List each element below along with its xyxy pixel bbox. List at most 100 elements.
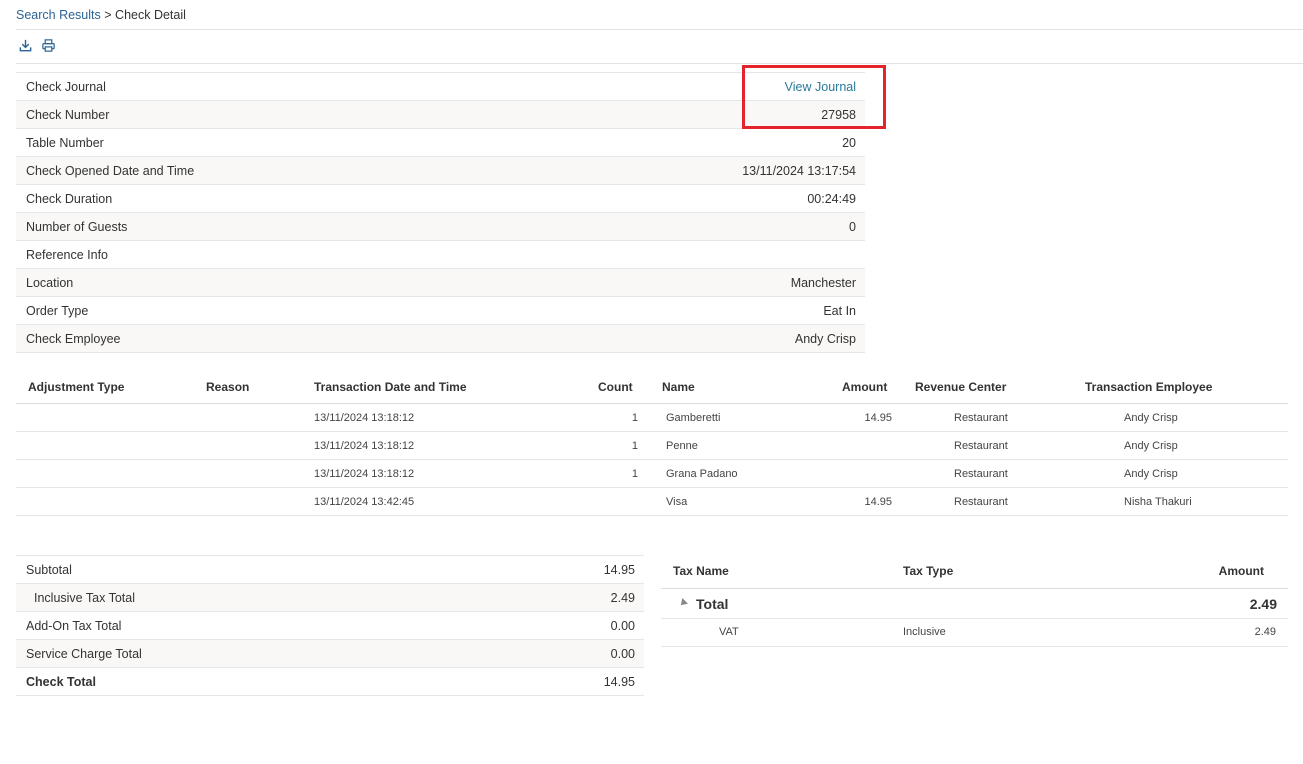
column-header: Transaction Employee — [1085, 380, 1213, 394]
detail-label: Location — [26, 275, 74, 290]
tax-table: Tax Name Tax Type Amount Total 2.49 VAT … — [661, 556, 1288, 647]
table-row: 13/11/2024 13:18:12 1 Gamberetti 14.95 R… — [16, 404, 1288, 432]
column-header: Revenue Center — [915, 380, 1007, 394]
cell-revenue-center: Restaurant — [954, 468, 1008, 480]
totals-label: Add-On Tax Total — [26, 618, 122, 633]
column-header: Count — [598, 380, 633, 394]
cell-count: 1 — [631, 412, 638, 424]
detail-label: Check Number — [26, 107, 110, 122]
cell-name: Visa — [666, 496, 688, 508]
breadcrumb-search-results-link[interactable]: Search Results — [16, 8, 101, 22]
collapse-caret-icon[interactable] — [678, 598, 688, 608]
detail-label: Check Duration — [26, 191, 113, 206]
cell-tax-name: VAT — [719, 626, 739, 638]
detail-row-check-journal: Check Journal View Journal — [16, 73, 865, 101]
detail-label: Number of Guests — [26, 219, 128, 234]
detail-label: Check Employee — [26, 331, 121, 346]
totals-label: Service Charge Total — [26, 646, 142, 661]
totals-table: Subtotal 14.95 Inclusive Tax Total 2.49 … — [16, 555, 644, 696]
cell-revenue-center: Restaurant — [954, 412, 1008, 424]
cell-employee: Nisha Thakuri — [1124, 496, 1192, 508]
totals-label: Subtotal — [26, 562, 72, 577]
table-row: 13/11/2024 13:18:12 1 Penne Restaurant A… — [16, 432, 1288, 460]
detail-label: Check Journal — [26, 79, 106, 94]
transactions-table: Adjustment Type Reason Transaction Date … — [16, 372, 1288, 516]
column-header: Adjustment Type — [28, 380, 125, 394]
detail-row-reference: Reference Info — [16, 241, 865, 269]
tax-group-label: Total — [696, 596, 729, 612]
totals-row-addon-tax: Add-On Tax Total 0.00 — [16, 612, 644, 640]
column-header: Transaction Date and Time — [314, 380, 467, 394]
totals-label: Inclusive Tax Total — [34, 590, 135, 605]
column-header: Tax Type — [903, 564, 954, 578]
cell-amount: 14.95 — [864, 496, 892, 508]
table-header: Adjustment Type Reason Transaction Date … — [16, 372, 1288, 404]
service-charge-value: 0.00 — [610, 646, 635, 661]
tax-group-amount: 2.49 — [1249, 596, 1277, 612]
table-row: 13/11/2024 13:18:12 1 Grana Padano Resta… — [16, 460, 1288, 488]
detail-label: Table Number — [26, 135, 104, 150]
table-row: VAT Inclusive 2.49 — [661, 619, 1288, 647]
breadcrumb-current: Check Detail — [115, 8, 186, 22]
detail-label: Check Opened Date and Time — [26, 163, 195, 178]
cell-employee: Andy Crisp — [1124, 440, 1178, 452]
cell-amount: 14.95 — [864, 412, 892, 424]
cell-tax-amount: 2.49 — [1254, 626, 1276, 638]
detail-row-duration: Check Duration 00:24:49 — [16, 185, 865, 213]
divider — [16, 29, 1303, 30]
breadcrumb: Search Results > Check Detail — [16, 8, 186, 22]
totals-row-service-charge: Service Charge Total 0.00 — [16, 640, 644, 668]
inclusive-tax-value: 2.49 — [610, 590, 635, 605]
addon-tax-value: 0.00 — [610, 618, 635, 633]
cell-name: Gamberetti — [666, 412, 721, 424]
table-number-value: 20 — [842, 135, 856, 150]
totals-label: Check Total — [26, 674, 96, 689]
cell-tax-type: Inclusive — [903, 626, 946, 638]
detail-label: Reference Info — [26, 247, 108, 262]
breadcrumb-separator: > — [104, 8, 112, 22]
employee-value: Andy Crisp — [794, 331, 856, 346]
view-journal-link[interactable]: View Journal — [785, 80, 856, 94]
column-header: Name — [662, 380, 695, 394]
column-header: Amount — [842, 380, 888, 394]
detail-row-guests: Number of Guests 0 — [16, 213, 865, 241]
cell-datetime: 13/11/2024 13:18:12 — [314, 468, 415, 480]
check-total-value: 14.95 — [603, 674, 635, 689]
cell-count: 1 — [631, 468, 638, 480]
detail-row-check-number: Check Number 27958 — [16, 101, 865, 129]
detail-row-opened: Check Opened Date and Time 13/11/2024 13… — [16, 157, 865, 185]
check-number-value: 27958 — [821, 107, 856, 122]
totals-row-check-total: Check Total 14.95 — [16, 668, 644, 696]
totals-row-subtotal: Subtotal 14.95 — [16, 556, 644, 584]
detail-row-location: Location Manchester — [16, 269, 865, 297]
detail-row-order-type: Order Type Eat In — [16, 297, 865, 325]
cell-name: Grana Padano — [666, 468, 738, 480]
cell-revenue-center: Restaurant — [954, 496, 1008, 508]
table-row: 13/11/2024 13:42:45 Visa 14.95 Restauran… — [16, 488, 1288, 516]
subtotal-value: 14.95 — [603, 562, 635, 577]
location-value: Manchester — [790, 275, 856, 290]
check-details-table: Check Journal View Journal Check Number … — [16, 72, 865, 353]
toolbar — [18, 38, 56, 53]
table-header: Tax Name Tax Type Amount — [661, 556, 1288, 589]
column-header: Amount — [1218, 564, 1264, 578]
cell-datetime: 13/11/2024 13:42:45 — [314, 496, 415, 508]
column-header: Tax Name — [673, 564, 729, 578]
cell-datetime: 13/11/2024 13:18:12 — [314, 440, 415, 452]
totals-row-inclusive-tax: Inclusive Tax Total 2.49 — [16, 584, 644, 612]
divider — [16, 63, 1303, 64]
detail-row-table-number: Table Number 20 — [16, 129, 865, 157]
duration-value: 00:24:49 — [807, 191, 856, 206]
print-icon[interactable] — [41, 38, 56, 53]
cell-name: Penne — [666, 440, 698, 452]
cell-datetime: 13/11/2024 13:18:12 — [314, 412, 415, 424]
cell-employee: Andy Crisp — [1124, 412, 1178, 424]
column-header: Reason — [206, 380, 250, 394]
opened-datetime-value: 13/11/2024 13:17:54 — [742, 163, 856, 178]
cell-revenue-center: Restaurant — [954, 440, 1008, 452]
order-type-value: Eat In — [823, 303, 856, 318]
download-icon[interactable] — [18, 38, 33, 53]
tax-group-row[interactable]: Total 2.49 — [661, 589, 1288, 619]
cell-employee: Andy Crisp — [1124, 468, 1178, 480]
cell-count: 1 — [631, 440, 638, 452]
